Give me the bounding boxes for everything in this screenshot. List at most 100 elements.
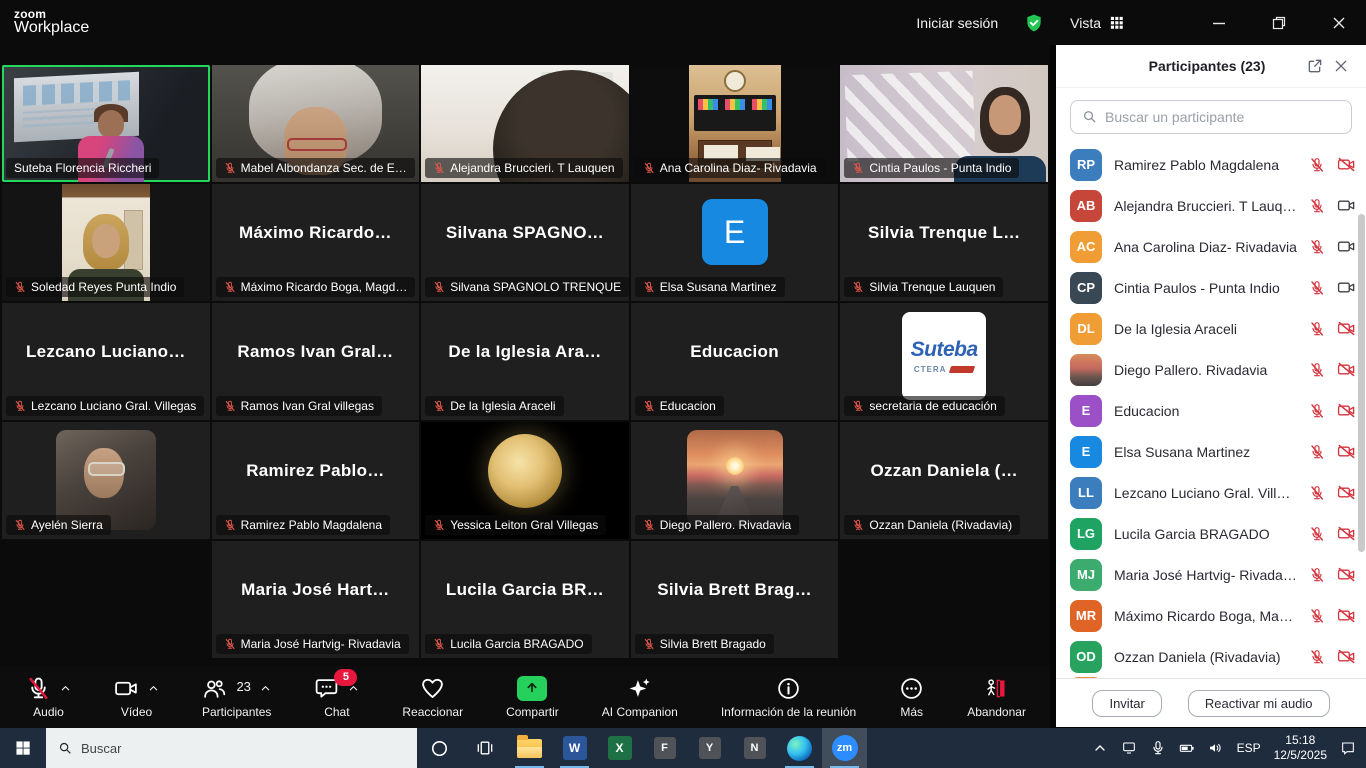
video-tile-de-la-iglesia[interactable]: De la Iglesia Ara… De la Iglesia Araceli <box>421 303 629 420</box>
video-tile-ozzan[interactable]: Ozzan Daniela (… Ozzan Daniela (Rivadavi… <box>840 422 1048 539</box>
participant-row[interactable]: E Educacion <box>1070 390 1356 431</box>
video-tile-alejandra[interactable]: Alejandra Bruccieri. T Lauquen <box>421 65 629 182</box>
tray-device-icon[interactable] <box>1121 740 1137 756</box>
start-button[interactable] <box>0 728 46 768</box>
file-explorer-button[interactable] <box>507 728 552 768</box>
video-tile-cintia[interactable]: Cintia Paulos - Punta Indio <box>840 65 1048 182</box>
video-options-caret[interactable] <box>148 683 159 694</box>
action-center-icon[interactable] <box>1340 740 1356 756</box>
minimize-button[interactable] <box>1202 8 1236 38</box>
unmute-my-audio-button[interactable]: Reactivar mi audio <box>1188 690 1330 717</box>
meeting-toolbar: Audio Vídeo 23 <box>0 666 1050 728</box>
video-tile-silvana[interactable]: Silvana SPAGNO… Silvana SPAGNOLO TRENQUE <box>421 184 629 301</box>
video-tile-educacion[interactable]: Educacion Educacion <box>631 303 839 420</box>
leave-button[interactable]: Abandonar <box>967 676 1026 719</box>
video-tile-silvia-trenque[interactable]: Silvia Trenque L… Silvia Trenque Lauquen <box>840 184 1048 301</box>
participant-row[interactable]: CP Cintia Paulos - Punta Indio <box>1070 267 1356 308</box>
video-tile-ana-carolina[interactable]: Ana Carolina Diaz- Rivadavia <box>631 65 839 182</box>
tray-expand-caret-icon[interactable] <box>1092 740 1108 756</box>
mic-muted-icon <box>852 162 864 174</box>
edge-button[interactable] <box>777 728 822 768</box>
video-tile-maria-jose[interactable]: Maria José Hart… Maria José Hartvig- Riv… <box>212 541 420 658</box>
excel-button[interactable]: X <box>597 728 642 768</box>
video-tile-yessica[interactable]: Yessica Leiton Gral Villegas <box>421 422 629 539</box>
video-tile-diego[interactable]: Diego Pallero. Rivadavia <box>631 422 839 539</box>
name-label: Mabel Albondanza Sec. de E… <box>216 158 415 178</box>
security-shield-icon[interactable] <box>1024 13 1044 33</box>
video-tile-ramirez[interactable]: Ramirez Pablo… Ramirez Pablo Magdalena <box>212 422 420 539</box>
chat-button[interactable]: 5 Chat <box>314 676 359 719</box>
taskbar-clock[interactable]: 15:18 12/5/2025 <box>1274 733 1327 763</box>
taskbar-search-box[interactable]: Buscar <box>46 728 417 768</box>
tray-battery-icon[interactable] <box>1179 740 1195 756</box>
name-label: Ramirez Pablo Magdalena <box>216 515 390 535</box>
chat-options-caret[interactable] <box>348 683 359 694</box>
close-panel-button[interactable] <box>1328 53 1354 79</box>
tray-speaker-icon[interactable] <box>1208 740 1224 756</box>
participant-row[interactable]: E Elsa Susana Martinez <box>1070 431 1356 472</box>
participant-row[interactable]: AB Alejandra Bruccieri. T Lauquen <box>1070 185 1356 226</box>
restore-button[interactable] <box>1262 8 1296 38</box>
participant-row[interactable]: Diego Pallero. Rivadavia <box>1070 349 1356 390</box>
panel-scrollbar[interactable] <box>1358 214 1365 552</box>
participant-row[interactable]: LG Lucila Garcia BRAGADO <box>1070 513 1356 554</box>
participant-row[interactable]: DL De la Iglesia Araceli <box>1070 308 1356 349</box>
logo-workplace-text: Workplace <box>14 20 89 37</box>
sign-in-link[interactable]: Iniciar sesión <box>916 15 998 31</box>
search-participant-input[interactable] <box>1070 100 1352 134</box>
video-tile-lezcano[interactable]: Lezcano Luciano… Lezcano Luciano Gral. V… <box>2 303 210 420</box>
word-button[interactable]: W <box>552 728 597 768</box>
participant-row[interactable]: MR Máximo Ricardo Boga, Magdal… <box>1070 595 1356 636</box>
video-tile-secretaria-educacion[interactable]: Suteba CTERA secretaria de educación <box>840 303 1048 420</box>
video-tile-mabel[interactable]: Mabel Albondanza Sec. de E… <box>212 65 420 182</box>
more-button[interactable]: Más <box>899 676 924 719</box>
video-tile-ayelen[interactable]: Ayelén Sierra <box>2 422 210 539</box>
participant-row[interactable]: OD Ozzan Daniela (Rivadavia) <box>1070 636 1356 677</box>
participant-row[interactable]: AC Ana Carolina Diaz- Rivadavia <box>1070 226 1356 267</box>
video-tile-suteba-florencia[interactable]: Suteba Florencia Riccheri <box>2 65 210 182</box>
participants-button[interactable]: 23 Participantes <box>202 676 271 719</box>
cortana-button[interactable] <box>417 728 462 768</box>
app-y-button[interactable]: Y <box>687 728 732 768</box>
app-f-icon: F <box>654 737 676 759</box>
video-tile-silvia-brett[interactable]: Silvia Brett Brag… Silvia Brett Bragado <box>631 541 839 658</box>
participant-row[interactable]: LL Lezcano Luciano Gral. Villegas <box>1070 472 1356 513</box>
view-button[interactable]: Vista <box>1070 15 1124 31</box>
tray-microphone-icon[interactable] <box>1150 740 1166 756</box>
popout-panel-button[interactable] <box>1302 53 1328 79</box>
participants-options-caret[interactable] <box>260 683 271 694</box>
meeting-info-button[interactable]: Información de la reunión <box>721 676 856 719</box>
participant-row[interactable]: RP Ramirez Pablo Magdalena <box>1070 144 1356 185</box>
language-indicator[interactable]: ESP <box>1237 741 1261 755</box>
video-button[interactable]: Vídeo <box>114 676 159 719</box>
react-button[interactable]: Reaccionar <box>402 676 463 719</box>
audio-options-caret[interactable] <box>60 683 71 694</box>
participant-row[interactable]: MJ Maria José Hartvig- Rivadavia <box>1070 554 1356 595</box>
video-tile-maximo[interactable]: Máximo Ricardo… Máximo Ricardo Boga, Mag… <box>212 184 420 301</box>
mic-muted-icon <box>1309 444 1325 460</box>
participant-display-name: Lezcano Luciano… <box>2 303 210 400</box>
mic-muted-icon <box>224 638 236 650</box>
invite-button[interactable]: Invitar <box>1092 690 1161 717</box>
mic-muted-icon <box>224 400 236 412</box>
word-icon: W <box>563 736 587 760</box>
sunset-avatar <box>687 430 783 526</box>
ai-companion-label: AI Companion <box>602 705 678 719</box>
zoom-app-button[interactable]: zm <box>822 728 867 768</box>
app-n-button[interactable]: N <box>732 728 777 768</box>
app-f-button[interactable]: F <box>642 728 687 768</box>
participant-display-name: Silvana SPAGNO… <box>421 184 629 281</box>
audio-button[interactable]: Audio <box>26 676 71 719</box>
video-tile-soledad[interactable]: Soledad Reyes Punta Indio <box>2 184 210 301</box>
close-button[interactable] <box>1322 8 1356 38</box>
task-view-button[interactable] <box>462 728 507 768</box>
video-tile-elsa[interactable]: E Elsa Susana Martinez <box>631 184 839 301</box>
participant-row[interactable] <box>1070 677 1356 678</box>
name-label: Alejandra Bruccieri. T Lauquen <box>425 158 622 178</box>
participant-display-name: Ramos Ivan Gral… <box>212 303 420 400</box>
share-screen-button[interactable]: Compartir <box>506 676 559 719</box>
ai-companion-button[interactable]: AI Companion <box>602 676 678 719</box>
name-label: Silvana SPAGNOLO TRENQUE <box>425 277 629 297</box>
video-tile-ramos[interactable]: Ramos Ivan Gral… Ramos Ivan Gral villega… <box>212 303 420 420</box>
video-tile-lucila[interactable]: Lucila Garcia BR… Lucila Garcia BRAGADO <box>421 541 629 658</box>
